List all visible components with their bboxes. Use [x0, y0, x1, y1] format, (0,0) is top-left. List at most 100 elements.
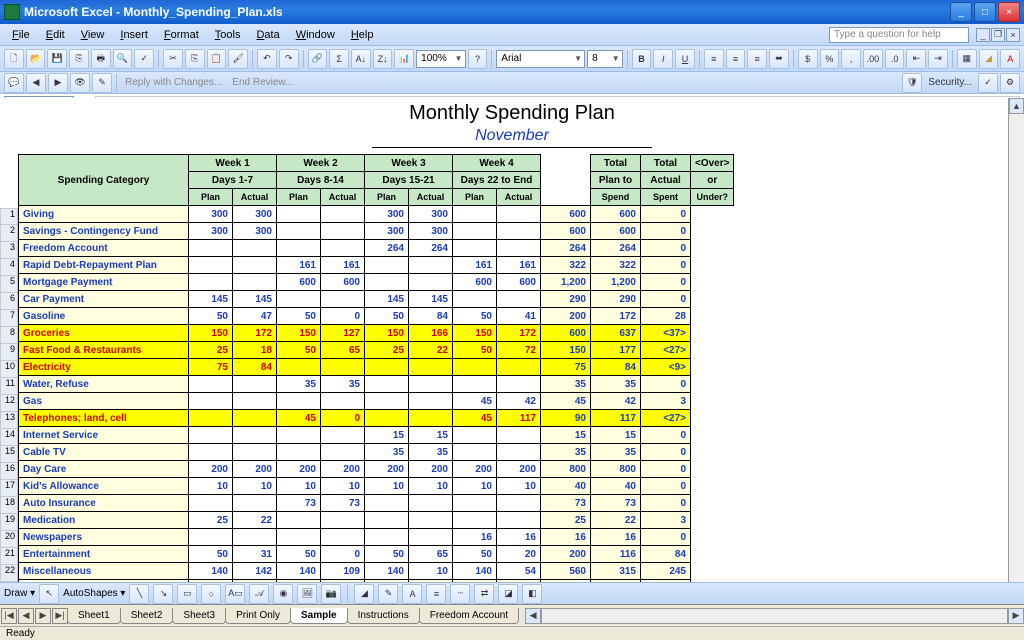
row-header[interactable]: 2	[0, 225, 18, 242]
menu-format[interactable]: Format	[156, 27, 207, 43]
textbox-button[interactable]: A▭	[225, 584, 245, 604]
value-cell[interactable]	[189, 444, 233, 461]
table-row[interactable]: Auto Insurance737373730	[19, 495, 734, 512]
value-cell[interactable]	[277, 223, 321, 240]
value-cell[interactable]	[277, 427, 321, 444]
total-cell[interactable]: 600	[591, 206, 641, 223]
total-cell[interactable]: 3	[641, 512, 691, 529]
value-cell[interactable]: 600	[453, 274, 497, 291]
currency-button[interactable]: $	[798, 49, 818, 69]
value-cell[interactable]	[497, 512, 541, 529]
value-cell[interactable]	[365, 359, 409, 376]
value-cell[interactable]: 18	[233, 342, 277, 359]
value-cell[interactable]	[189, 240, 233, 257]
undo-button[interactable]: ↶	[257, 49, 277, 69]
clipart-button[interactable]: 🖼	[297, 584, 317, 604]
total-cell[interactable]: 0	[641, 461, 691, 478]
value-cell[interactable]	[277, 529, 321, 546]
total-cell[interactable]: 315	[591, 563, 641, 580]
value-cell[interactable]	[497, 240, 541, 257]
total-cell[interactable]: 172	[591, 308, 641, 325]
tab-first-button[interactable]: |◀	[1, 608, 17, 624]
value-cell[interactable]: 200	[189, 461, 233, 478]
value-cell[interactable]: 200	[409, 461, 453, 478]
value-cell[interactable]: 45	[277, 410, 321, 427]
total-cell[interactable]: 290	[591, 291, 641, 308]
category-cell[interactable]: Rapid Debt-Repayment Plan	[19, 257, 189, 274]
total-cell[interactable]: 0	[641, 427, 691, 444]
value-cell[interactable]: 65	[409, 546, 453, 563]
tab-prev-button[interactable]: ◀	[18, 608, 34, 624]
total-cell[interactable]: 0	[641, 529, 691, 546]
category-cell[interactable]: Groceries	[19, 325, 189, 342]
sheet-tab[interactable]: Freedom Account	[419, 608, 519, 624]
total-cell[interactable]: 73	[591, 495, 641, 512]
row-header[interactable]: 5	[0, 276, 18, 293]
value-cell[interactable]: 300	[189, 206, 233, 223]
category-cell[interactable]: Savings - Contingency Fund	[19, 223, 189, 240]
value-cell[interactable]	[321, 223, 365, 240]
value-cell[interactable]: 200	[453, 461, 497, 478]
value-cell[interactable]: 10	[409, 478, 453, 495]
value-cell[interactable]	[365, 410, 409, 427]
value-cell[interactable]: 22	[409, 342, 453, 359]
total-cell[interactable]: 637	[591, 325, 641, 342]
italic-button[interactable]: I	[653, 49, 673, 69]
menu-view[interactable]: View	[73, 27, 113, 43]
value-cell[interactable]: 127	[321, 325, 365, 342]
font-name-select[interactable]: Arial▼	[496, 50, 585, 68]
menu-data[interactable]: Data	[248, 27, 287, 43]
value-cell[interactable]: 150	[189, 325, 233, 342]
value-cell[interactable]: 150	[453, 325, 497, 342]
value-cell[interactable]	[497, 291, 541, 308]
value-cell[interactable]: 0	[321, 546, 365, 563]
table-row[interactable]: Gasoline50475005084504120017228	[19, 308, 734, 325]
value-cell[interactable]: 16	[497, 529, 541, 546]
value-cell[interactable]: 35	[409, 444, 453, 461]
scroll-left-button[interactable]: ◀	[525, 608, 541, 624]
menu-help[interactable]: Help	[343, 27, 382, 43]
value-cell[interactable]: 10	[277, 478, 321, 495]
shadow-button[interactable]: ◪	[498, 584, 518, 604]
value-cell[interactable]: 200	[497, 461, 541, 478]
category-cell[interactable]: Medication	[19, 512, 189, 529]
value-cell[interactable]: 72	[497, 342, 541, 359]
value-cell[interactable]: 161	[497, 257, 541, 274]
align-left-button[interactable]: ≡	[704, 49, 724, 69]
sheet-tab[interactable]: Instructions	[347, 608, 420, 624]
review-prev-button[interactable]: ◀	[26, 73, 46, 93]
menu-file[interactable]: File	[4, 27, 38, 43]
total-cell[interactable]: 290	[541, 291, 591, 308]
value-cell[interactable]: 50	[453, 546, 497, 563]
security-sub1-button[interactable]: ✓	[978, 73, 998, 93]
total-cell[interactable]: 0	[641, 206, 691, 223]
value-cell[interactable]: 73	[321, 495, 365, 512]
wordart-button[interactable]: 𝒜	[249, 584, 269, 604]
value-cell[interactable]: 161	[277, 257, 321, 274]
category-cell[interactable]: Giving	[19, 206, 189, 223]
help-search-input[interactable]: Type a question for help	[829, 27, 969, 43]
value-cell[interactable]: 10	[365, 478, 409, 495]
row-header[interactable]: 12	[0, 395, 18, 412]
table-row[interactable]: Rapid Debt-Repayment Plan161161161161322…	[19, 257, 734, 274]
value-cell[interactable]: 10	[321, 478, 365, 495]
value-cell[interactable]	[277, 512, 321, 529]
total-cell[interactable]: 264	[541, 240, 591, 257]
tab-last-button[interactable]: ▶|	[52, 608, 68, 624]
value-cell[interactable]: 166	[409, 325, 453, 342]
total-cell[interactable]: 22	[591, 512, 641, 529]
total-cell[interactable]: 35	[541, 444, 591, 461]
value-cell[interactable]	[409, 376, 453, 393]
value-cell[interactable]: 50	[277, 308, 321, 325]
value-cell[interactable]	[365, 257, 409, 274]
zoom-select[interactable]: 100%▼	[416, 50, 465, 68]
value-cell[interactable]: 20	[497, 546, 541, 563]
value-cell[interactable]: 25	[189, 512, 233, 529]
value-cell[interactable]: 264	[365, 240, 409, 257]
value-cell[interactable]: 10	[497, 478, 541, 495]
maximize-button[interactable]: □	[974, 2, 996, 22]
value-cell[interactable]	[233, 427, 277, 444]
row-header[interactable]: 20	[0, 531, 18, 548]
table-row[interactable]: Miscellaneous140142140109140101405456031…	[19, 563, 734, 580]
value-cell[interactable]: 16	[453, 529, 497, 546]
